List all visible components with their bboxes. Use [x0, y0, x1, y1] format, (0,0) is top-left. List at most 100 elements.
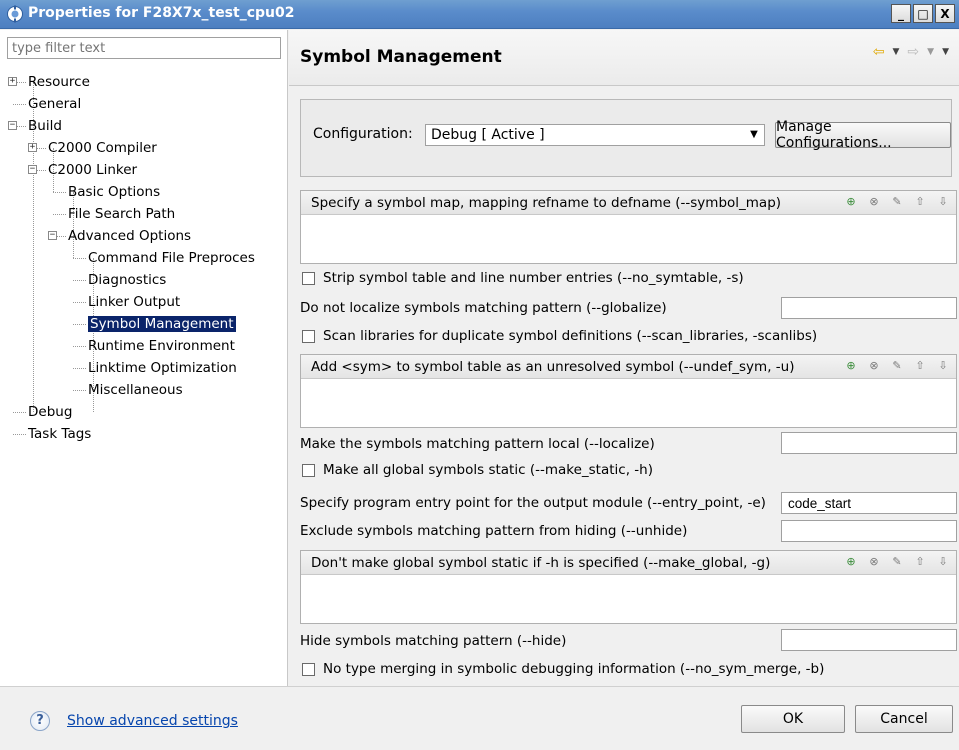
show-advanced-settings-link[interactable]: Show advanced settings	[67, 713, 238, 729]
maximize-button[interactable]: □	[913, 4, 933, 23]
tree-item-label: C2000 Linker	[48, 162, 138, 178]
expand-icon[interactable]: +	[28, 143, 37, 152]
back-arrow-icon[interactable]: ⇦	[873, 44, 885, 60]
back-dropdown-icon[interactable]: ▼	[893, 47, 900, 57]
add-icon[interactable]: ⊕	[844, 195, 858, 209]
window-title: Properties for F28X7x_test_cpu02	[28, 5, 295, 21]
forward-dropdown-icon[interactable]: ▼	[927, 47, 934, 57]
tree-item-label: Symbol Management	[88, 316, 236, 332]
tree-item-label: File Search Path	[68, 206, 176, 222]
filter-input[interactable]	[7, 37, 281, 59]
make-global-list[interactable]: Don't make global symbol static if -h is…	[300, 550, 957, 624]
localize-input[interactable]	[781, 432, 957, 454]
entry-point-input[interactable]	[781, 492, 957, 514]
make-global-label: Don't make global symbol static if -h is…	[311, 555, 771, 571]
tree-item-build[interactable]: Build	[28, 115, 62, 137]
tree-item-linktime-optimization[interactable]: Linktime Optimization	[88, 357, 237, 379]
unhide-label: Exclude symbols matching pattern from hi…	[300, 523, 688, 539]
tree-item-task-tags[interactable]: Task Tags	[28, 423, 91, 445]
unhide-input[interactable]	[781, 520, 957, 542]
symbol-map-list[interactable]: Specify a symbol map, mapping refname to…	[300, 190, 957, 264]
tree-item-c2000-compiler[interactable]: C2000 Compiler	[48, 137, 157, 159]
move-up-icon[interactable]: ⇧	[913, 359, 927, 373]
sidebar: Resource + General Build − C2000 Compiler + C20…	[0, 30, 288, 712]
tree-item-label: C2000 Compiler	[48, 140, 157, 156]
edit-icon[interactable]: ✎	[890, 555, 904, 569]
tree-item-general[interactable]: General	[28, 93, 81, 115]
tree-item-label: Runtime Environment	[88, 338, 235, 354]
view-menu-icon[interactable]: ▼	[942, 47, 949, 57]
move-down-icon[interactable]: ⇩	[936, 359, 950, 373]
tree-item-symbol-management[interactable]: Symbol Management	[88, 313, 236, 335]
move-up-icon[interactable]: ⇧	[913, 555, 927, 569]
tree-item-linker-output[interactable]: Linker Output	[88, 291, 180, 313]
tree-item-debug[interactable]: Debug	[28, 401, 72, 423]
no-symtable-label: Strip symbol table and line number entri…	[323, 270, 744, 286]
help-icon[interactable]: ?	[30, 711, 50, 731]
configuration-group: Configuration: Debug [ Active ] ▼ Manage…	[300, 99, 952, 177]
delete-icon[interactable]: ⊗	[867, 359, 881, 373]
settings-tree: Resource + General Build − C2000 Compiler + C20…	[0, 71, 288, 661]
dropdown-arrow-icon[interactable]: ▼	[746, 127, 762, 143]
collapse-icon[interactable]: −	[28, 165, 37, 174]
tree-item-resource[interactable]: Resource	[28, 71, 90, 93]
tree-item-label: Resource	[28, 74, 90, 90]
forward-arrow-icon[interactable]: ⇨	[907, 44, 919, 60]
globalize-input[interactable]	[781, 297, 957, 319]
tree-item-basic-options[interactable]: Basic Options	[68, 181, 160, 203]
page-header: Symbol Management ⇦ ▼ ⇨ ▼ ▼	[289, 30, 959, 86]
localize-label: Make the symbols matching pattern local …	[300, 436, 655, 452]
tree-item-label: Miscellaneous	[88, 382, 183, 398]
no-symtable-checkbox[interactable]	[302, 272, 315, 285]
globalize-label: Do not localize symbols matching pattern…	[300, 300, 667, 316]
collapse-icon[interactable]: −	[48, 231, 57, 240]
close-button[interactable]: X	[935, 4, 955, 23]
edit-icon[interactable]: ✎	[890, 359, 904, 373]
tree-item-runtime-environment[interactable]: Runtime Environment	[88, 335, 235, 357]
configuration-select[interactable]: Debug [ Active ] ▼	[425, 124, 765, 146]
tree-item-command-file-preproces[interactable]: Command File Preproces	[88, 247, 255, 269]
add-icon[interactable]: ⊕	[844, 359, 858, 373]
tree-item-label: Build	[28, 118, 62, 134]
make-static-checkbox[interactable]	[302, 464, 315, 477]
move-up-icon[interactable]: ⇧	[913, 195, 927, 209]
delete-icon[interactable]: ⊗	[867, 195, 881, 209]
add-icon[interactable]: ⊕	[844, 555, 858, 569]
expand-icon[interactable]: +	[8, 77, 17, 86]
make-static-label: Make all global symbols static (--make_s…	[323, 462, 653, 478]
tree-item-file-search-path[interactable]: File Search Path	[68, 203, 175, 225]
tree-item-advanced-options[interactable]: Advanced Options	[68, 225, 191, 247]
tree-item-label: Basic Options	[68, 184, 161, 200]
no-sym-merge-checkbox[interactable]	[302, 663, 315, 676]
edit-icon[interactable]: ✎	[890, 195, 904, 209]
ok-button[interactable]: OK	[741, 705, 845, 733]
delete-icon[interactable]: ⊗	[867, 555, 881, 569]
tree-item-label: Linktime Optimization	[88, 360, 237, 376]
entry-point-label: Specify program entry point for the outp…	[300, 495, 766, 511]
minimize-button[interactable]: _	[891, 4, 911, 23]
settings-content: Configuration: Debug [ Active ] ▼ Manage…	[289, 87, 959, 686]
cancel-button[interactable]: Cancel	[855, 705, 953, 733]
no-sym-merge-label: No type merging in symbolic debugging in…	[323, 661, 825, 677]
tree-item-label: Linker Output	[88, 294, 181, 310]
title-bar: Properties for F28X7x_test_cpu02 _ □ X	[0, 0, 959, 29]
move-down-icon[interactable]: ⇩	[936, 195, 950, 209]
configuration-value: Debug [ Active ]	[431, 127, 545, 143]
tree-item-label: Advanced Options	[68, 228, 192, 244]
undef-sym-label: Add <sym> to symbol table as an unresolv…	[311, 359, 795, 375]
tree-item-label: Task Tags	[28, 426, 92, 442]
tree-item-diagnostics[interactable]: Diagnostics	[88, 269, 166, 291]
collapse-icon[interactable]: −	[8, 121, 17, 130]
manage-configurations-button[interactable]: Manage Configurations...	[775, 119, 951, 151]
dialog-footer: ? Show advanced settings OK Cancel	[0, 686, 959, 750]
hide-input[interactable]	[781, 629, 957, 651]
symbol-map-label: Specify a symbol map, mapping refname to…	[311, 195, 782, 211]
tree-item-c2000-linker[interactable]: C2000 Linker	[48, 159, 137, 181]
scan-libraries-checkbox[interactable]	[302, 330, 315, 343]
configuration-label: Configuration:	[313, 126, 413, 142]
tree-item-label: Command File Preproces	[88, 250, 255, 266]
tree-item-miscellaneous[interactable]: Miscellaneous	[88, 379, 183, 401]
properties-app-icon	[7, 5, 23, 23]
undef-sym-list[interactable]: Add <sym> to symbol table as an unresolv…	[300, 354, 957, 428]
move-down-icon[interactable]: ⇩	[936, 555, 950, 569]
